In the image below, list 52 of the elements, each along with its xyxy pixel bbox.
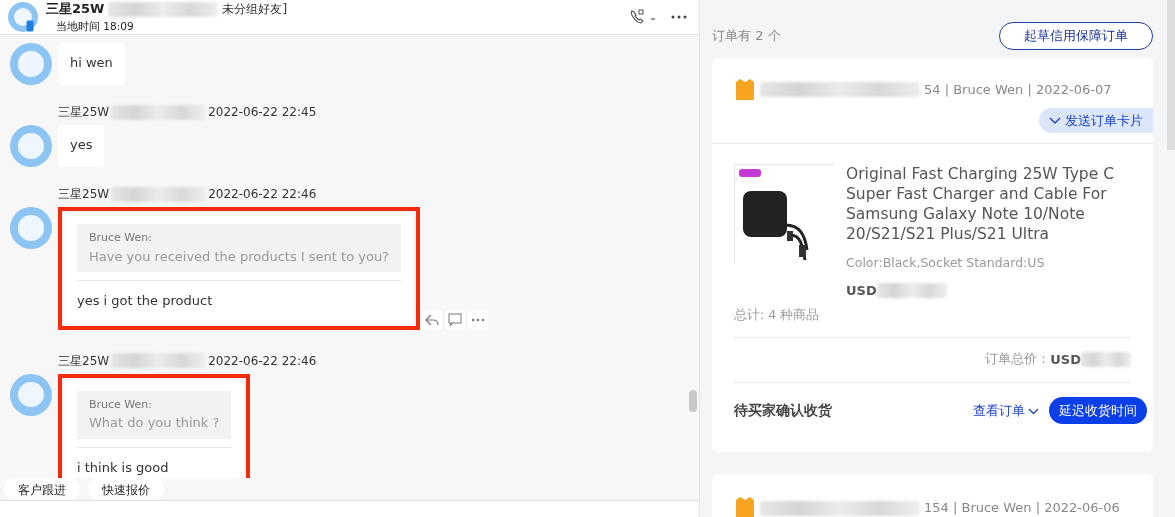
total-label: 订单总价： (985, 350, 1051, 369)
order-meta: 54 | Bruce Wen | 2022-06-07 (924, 80, 1112, 99)
quote-author: Bruce Wen: (89, 230, 154, 246)
item-total: 总计: 4 种商品 (734, 306, 1131, 338)
view-order-link[interactable]: 查看订单 (973, 400, 1049, 420)
message-bubble: yes (58, 125, 105, 167)
message-time: 2022-06-22 22:46 (208, 186, 317, 203)
more-icon[interactable] (468, 309, 489, 330)
order-count: 订单有 2 个 (712, 27, 781, 45)
quote-text: What do you think ? (89, 414, 220, 432)
product-variant: Color:Black,Socket Standard:US (846, 254, 1046, 272)
phone-call-icon[interactable] (629, 9, 657, 25)
extend-receipt-button[interactable]: 延迟收货时间 (1049, 396, 1147, 424)
more-icon[interactable] (671, 15, 687, 19)
redaction-mark (1081, 352, 1131, 368)
message-text: yes i got the product (77, 292, 214, 310)
scrollbar[interactable] (1167, 0, 1175, 150)
reply-icon[interactable] (422, 309, 443, 330)
sender-avatar (10, 373, 52, 416)
message-text: i think is good (77, 458, 170, 477)
bottom-tab[interactable]: 快速报价 (88, 478, 164, 500)
send-order-card-button[interactable]: 发送订单卡片 (1039, 107, 1153, 133)
sender-avatar (10, 125, 52, 167)
dollar-badge-icon (734, 77, 756, 102)
chevron-down-icon (1028, 407, 1039, 415)
chevron-down-icon (1049, 117, 1061, 125)
quote-author: Bruce Wen: (89, 396, 154, 413)
quote-text: Have you received the products I sent to you? (89, 247, 390, 266)
dollar-badge-icon (734, 496, 756, 517)
price-currency: USD (846, 281, 877, 300)
redaction-mark (876, 283, 947, 298)
contact-name: 三星25W (46, 0, 105, 19)
total-currency: USD (1050, 351, 1081, 369)
draft-order-button[interactable]: 起草信用保障订单 (999, 22, 1153, 50)
message-time: 2022-06-22 22:46 (208, 352, 317, 370)
local-time: 当地时间 18:09 (56, 18, 135, 34)
message-bubble: hi wen (58, 43, 125, 85)
order-status: 待买家确认收货 (734, 401, 833, 421)
contact-group: 未分组好友] (222, 0, 288, 19)
translate-icon[interactable] (445, 309, 466, 330)
sender-name: 三星25W (58, 352, 110, 370)
sender-name: 三星25W (58, 186, 110, 203)
sender-name: 三星25W (58, 104, 110, 121)
contact-avatar (8, 2, 38, 32)
scrollbar-thumb[interactable] (689, 390, 697, 412)
sender-avatar (10, 43, 52, 85)
order-meta: 154 | Bruce Wen | 2022-06-06 (924, 499, 1120, 517)
message-time: 2022-06-22 22:45 (208, 104, 317, 121)
bottom-tab[interactable]: 客户跟进 (4, 478, 80, 500)
phone-device-icon (26, 20, 34, 32)
sender-avatar (10, 207, 52, 249)
product-title[interactable]: Original Fast Charging 25W Type C Super Fast Charger and Cable For Samsung Galaxy Note 10/Note 20/S21/S21 Plus/S21 Ultra (846, 164, 1131, 244)
